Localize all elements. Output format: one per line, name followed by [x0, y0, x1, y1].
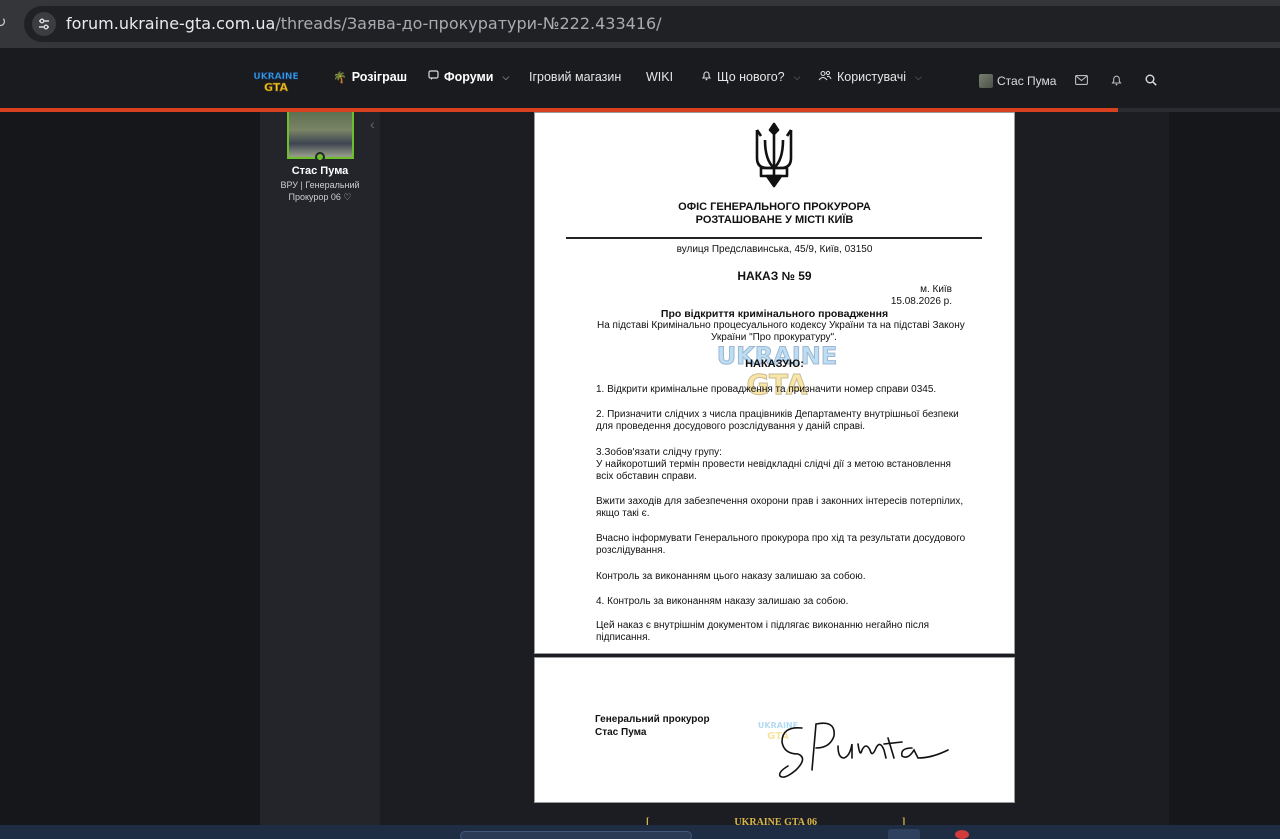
point-3-line2: У найкоротший термін провести невідкладн… [596, 459, 951, 470]
para-protection-line1: Вжити заходів для забезпечення охорони п… [596, 496, 964, 507]
chevron-left-icon: ‹ [370, 116, 375, 132]
signatory-title: Генеральний прокурор [595, 714, 710, 725]
point-3-line1: 3.Зобов'язати слідчу групу: [596, 447, 722, 458]
nav-forums[interactable]: Форуми ⌵ [428, 70, 509, 84]
order-word: НАКАЗУЮ: [745, 358, 804, 370]
url-path: /threads/Заява-до-прокуратури-№222.43341… [275, 14, 662, 33]
para-protection-line2: якщо такі є. [596, 508, 650, 519]
point-1: 1. Відкрити кримінальне провадження та п… [596, 384, 937, 395]
bell-icon [701, 70, 712, 84]
taskbar-app-icon[interactable] [888, 829, 920, 839]
browser-toolbar: ↻ forum.ukraine-gta.com.ua/threads/Заява… [0, 0, 1280, 48]
account-menu[interactable]: Стас Пума [979, 74, 1056, 88]
nav-forums-label: Форуми [444, 70, 494, 84]
author-role: ВРУ | Генеральний Прокурор 06 ♡ [260, 179, 380, 203]
account-name: Стас Пума [997, 74, 1057, 88]
notification-badge-icon[interactable] [955, 830, 969, 839]
users-icon [818, 70, 832, 84]
nav-members[interactable]: Користувачі ⌵ [818, 70, 922, 84]
para-internal-line1: Цей наказ є внутрішнім документом і підл… [596, 620, 930, 631]
address-bar[interactable]: forum.ukraine-gta.com.ua/threads/Заява-д… [24, 6, 1280, 42]
para-control: Контроль за виконанням цього наказу зали… [596, 571, 866, 582]
site-settings-icon[interactable] [32, 12, 56, 36]
taskbar-search[interactable] [460, 831, 692, 839]
order-date: 15.08.2026 р. [890, 296, 952, 307]
chevron-down-icon[interactable]: ⌵ [915, 72, 922, 83]
nav-wiki[interactable]: WIKI [646, 70, 673, 84]
office-title-line2: РОЗТАШОВАНЕ У МІСТІ КИЇВ [695, 214, 854, 226]
svg-text:GTA: GTA [264, 81, 288, 94]
point-2-line1: 2. Призначити слідчих з числа працівникі… [596, 409, 959, 420]
bell-icon [1111, 74, 1122, 89]
chat-icon [428, 70, 439, 84]
search-icon [1145, 74, 1157, 89]
para-internal-line2: підписання. [596, 632, 651, 643]
basis-line1: На підставі Кримінально процесуального к… [597, 320, 965, 331]
point-3-line3: всіх обставин справи. [596, 471, 697, 482]
nav-shop[interactable]: Ігровий магазин [529, 70, 621, 84]
nav-giveaway-label: Розіграш [351, 70, 408, 84]
reload-icon[interactable]: ↻ [0, 13, 8, 33]
author-role-line2: Прокурор 06 ♡ [288, 192, 352, 202]
envelope-icon [1075, 74, 1088, 88]
para-inform-line2: розслідування. [596, 545, 666, 556]
order-city: м. Київ [920, 284, 952, 295]
nav-shop-label: Ігровий магазин [529, 70, 622, 84]
alerts-button[interactable] [1111, 74, 1122, 89]
handwritten-signature [778, 722, 949, 778]
url-text[interactable]: forum.ukraine-gta.com.ua/threads/Заява-д… [66, 14, 662, 33]
signatory-name: Стас Пума [595, 727, 647, 738]
post-author-column [260, 112, 380, 825]
url-host: forum.ukraine-gta.com.ua [66, 14, 276, 33]
site-navbar: UKRAINE GTA 🌴 Розіграш Форуми ⌵ Ігровий … [0, 48, 1280, 108]
nav-whats-new[interactable]: Що нового? ⌵ [701, 70, 800, 84]
point-4: 4. Контроль за виконанням наказу залишаю… [596, 596, 849, 607]
palm-icon: 🌴 [333, 71, 347, 84]
ukraine-gta-logo[interactable]: UKRAINE GTA [254, 68, 298, 94]
header-divider [566, 237, 982, 239]
online-indicator-icon [315, 152, 325, 162]
chevron-down-icon[interactable]: ⌵ [794, 72, 801, 83]
nav-wiki-label: WIKI [646, 70, 674, 84]
chevron-down-icon[interactable]: ⌵ [503, 72, 510, 83]
inbox-button[interactable] [1075, 74, 1088, 88]
order-subject: Про відкриття кримінального провадження [660, 308, 889, 320]
search-button[interactable] [1145, 74, 1157, 89]
avatar [979, 74, 993, 88]
author-name[interactable]: Стас Пума [260, 165, 380, 177]
nav-members-label: Користувачі [837, 70, 907, 84]
office-address: вулиця Предславинська, 45/9, Київ, 03150 [676, 244, 873, 255]
point-2-line2: для проведення досудового розслідування … [596, 421, 866, 432]
order-title: НАКАЗ № 59 [737, 269, 812, 283]
nav-whats-new-label: Що нового? [717, 70, 785, 84]
nav-giveaway[interactable]: 🌴 Розіграш [333, 70, 407, 84]
author-role-line1: ВРУ | Генеральний [280, 180, 360, 190]
office-title-line1: ОФІС ГЕНЕРАЛЬНОГО ПРОКУРОРА [678, 201, 871, 213]
trident-emblem-icon [755, 122, 793, 188]
para-inform-line1: Вчасно інформувати Генерального прокурор… [596, 533, 966, 544]
